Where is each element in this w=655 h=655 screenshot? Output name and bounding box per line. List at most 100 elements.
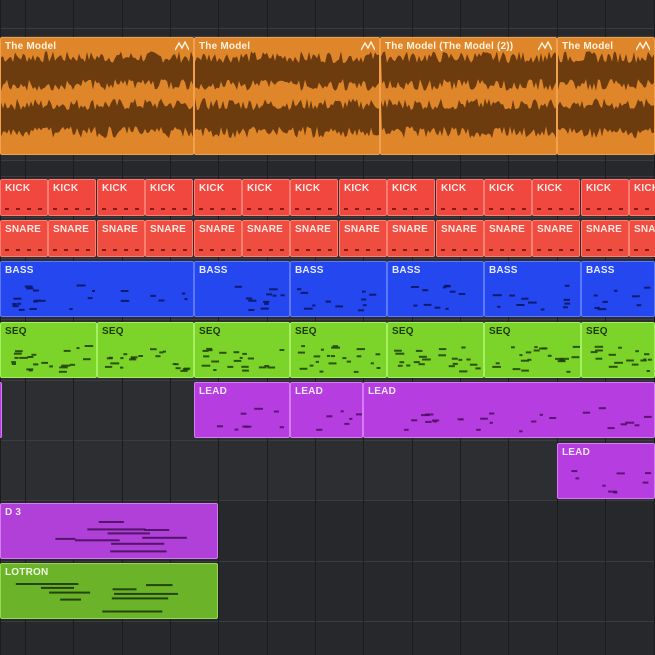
midi-note — [76, 284, 86, 287]
snare-clip[interactable]: SNARE — [387, 220, 435, 257]
midi-note — [120, 299, 130, 302]
fade-icon[interactable] — [636, 41, 650, 51]
seq-clip[interactable]: SEQ — [581, 322, 655, 378]
kick-clip[interactable]: KICK — [48, 179, 96, 216]
lead-clip[interactable]: LEAD — [363, 382, 655, 438]
midi-note — [309, 364, 314, 367]
midi-note — [474, 208, 478, 210]
midi-note — [586, 249, 590, 251]
midi-note — [645, 208, 649, 210]
midi-note — [33, 363, 39, 366]
midi-note — [582, 411, 591, 414]
lead-clip[interactable]: LEAD — [194, 382, 290, 438]
midi-note — [414, 249, 418, 251]
midi-note — [258, 249, 262, 251]
midi-note — [83, 358, 91, 361]
midi-note — [614, 289, 618, 292]
fade-icon[interactable] — [538, 41, 552, 51]
snare-clip[interactable]: SNARE — [194, 220, 242, 257]
audio-clip[interactable]: The Model (The Model (2)) — [380, 37, 557, 155]
midi-note — [618, 346, 622, 349]
midi-note — [64, 208, 68, 210]
bass-clip[interactable]: BASS — [194, 261, 290, 317]
midi-note — [120, 357, 124, 360]
mellotron-clip[interactable]: LOTRON — [0, 563, 218, 619]
midi-note — [211, 360, 220, 363]
seq-clip[interactable]: SEQ — [387, 322, 484, 378]
midi-note — [174, 363, 179, 366]
kick-clip[interactable]: KICK — [242, 179, 290, 216]
midi-note — [210, 208, 214, 210]
seq-clip[interactable]: SEQ — [484, 322, 581, 378]
midi-note — [102, 249, 106, 251]
snare-clip[interactable]: SNARE — [0, 220, 48, 257]
kick-clip[interactable]: KICK — [387, 179, 435, 216]
snare-clip[interactable]: SNARE — [290, 220, 338, 257]
clip-label: The Model — [562, 41, 614, 52]
bass-clip[interactable]: BASS — [290, 261, 387, 317]
fade-icon[interactable] — [361, 41, 375, 51]
midi-note — [104, 365, 113, 368]
kick-clip[interactable]: KICK — [484, 179, 532, 216]
midi-note — [616, 472, 625, 475]
midi-note — [76, 347, 80, 350]
seq-clip[interactable]: SEQ — [194, 322, 290, 378]
clip-label: SEQ — [586, 326, 608, 337]
midi-note — [31, 353, 37, 356]
midi-note — [537, 208, 541, 210]
lead-clip[interactable]: LEAD — [290, 382, 363, 438]
midi-note — [280, 208, 284, 210]
midi-note — [528, 301, 537, 304]
audio-clip[interactable]: The Model — [0, 37, 194, 155]
kick-clip[interactable]: KICK — [290, 179, 338, 216]
clip-label: SNARE — [53, 224, 90, 235]
bass-clip[interactable]: BASS — [387, 261, 484, 317]
snare-clip[interactable]: SNARE — [532, 220, 580, 257]
snare-clip[interactable]: SNARE — [48, 220, 96, 257]
lead-clip[interactable] — [0, 382, 2, 438]
midi-note — [306, 249, 310, 251]
kick-clip[interactable]: KICK — [436, 179, 484, 216]
kick-clip[interactable]: KICK — [629, 179, 655, 216]
midi-note — [313, 355, 321, 358]
kick-clip[interactable]: KICK — [339, 179, 387, 216]
arrangement-view[interactable]: The Model The Model The Model (The Model (… — [0, 0, 655, 655]
midi-note — [413, 361, 420, 364]
snare-clip[interactable]: SNARE — [581, 220, 629, 257]
bass-clip[interactable]: BASS — [484, 261, 581, 317]
clip-label: KICK — [199, 183, 225, 194]
kick-clip[interactable]: KICK — [97, 179, 145, 216]
midi-note — [326, 354, 331, 357]
kick-clip[interactable]: KICK — [0, 179, 48, 216]
seq-clip[interactable]: SEQ — [0, 322, 97, 378]
bass-clip[interactable]: BASS — [0, 261, 194, 317]
audio-clip[interactable]: The Model — [194, 37, 380, 155]
seq-clip[interactable]: SEQ — [97, 322, 194, 378]
audio-clip[interactable]: The Model — [557, 37, 655, 155]
kick-clip[interactable]: KICK — [532, 179, 580, 216]
midi-note — [38, 208, 42, 210]
midi-note — [634, 208, 638, 210]
snare-clip[interactable]: SNARE — [339, 220, 387, 257]
midi-note — [403, 249, 407, 251]
snare-clip[interactable]: SNARE — [242, 220, 290, 257]
fade-icon[interactable] — [175, 41, 189, 51]
bass-clip[interactable]: BASS — [581, 261, 655, 317]
snare-clip[interactable]: SNARE — [97, 220, 145, 257]
snare-clip[interactable]: SNARE — [145, 220, 193, 257]
snare-clip[interactable]: SNARE — [629, 220, 655, 257]
kick-clip[interactable]: KICK — [581, 179, 629, 216]
midi-note — [358, 309, 364, 312]
clip-label: SNARE — [5, 224, 42, 235]
midi-note — [150, 249, 154, 251]
midi-note — [608, 490, 617, 493]
clip-label: SNARE — [344, 224, 381, 235]
kick-clip[interactable]: KICK — [145, 179, 193, 216]
snare-clip[interactable]: SNARE — [484, 220, 532, 257]
seq-clip[interactable]: SEQ — [290, 322, 387, 378]
lead3-clip[interactable]: D 3 — [0, 503, 218, 559]
snare-clip[interactable]: SNARE — [436, 220, 484, 257]
kick-clip[interactable]: KICK — [194, 179, 242, 216]
midi-note — [466, 358, 471, 361]
lead2-clip[interactable]: LEAD — [557, 443, 655, 499]
